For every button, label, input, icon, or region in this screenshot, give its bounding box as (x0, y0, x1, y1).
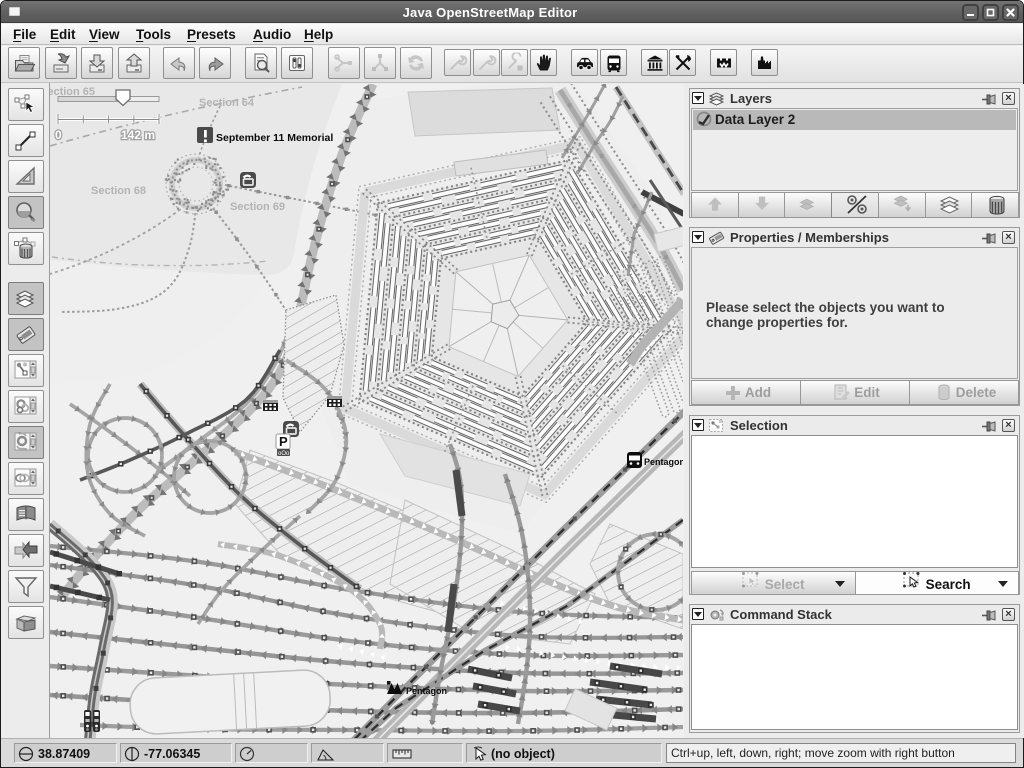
svg-text:Pentagon: Pentagon (406, 686, 447, 696)
svg-text:Pentagon: Pentagon (644, 457, 683, 467)
svg-text:P: P (279, 434, 288, 449)
svg-text:September 11 Memorial: September 11 Memorial (216, 132, 333, 144)
svg-text:142 m: 142 m (121, 128, 155, 142)
svg-text:Section 69: Section 69 (230, 201, 285, 213)
svg-text:oOo: oOo (278, 451, 290, 457)
svg-text:Section 64: Section 64 (199, 97, 255, 109)
svg-text:Section 68: Section 68 (91, 185, 146, 197)
svg-text:0: 0 (55, 128, 62, 142)
